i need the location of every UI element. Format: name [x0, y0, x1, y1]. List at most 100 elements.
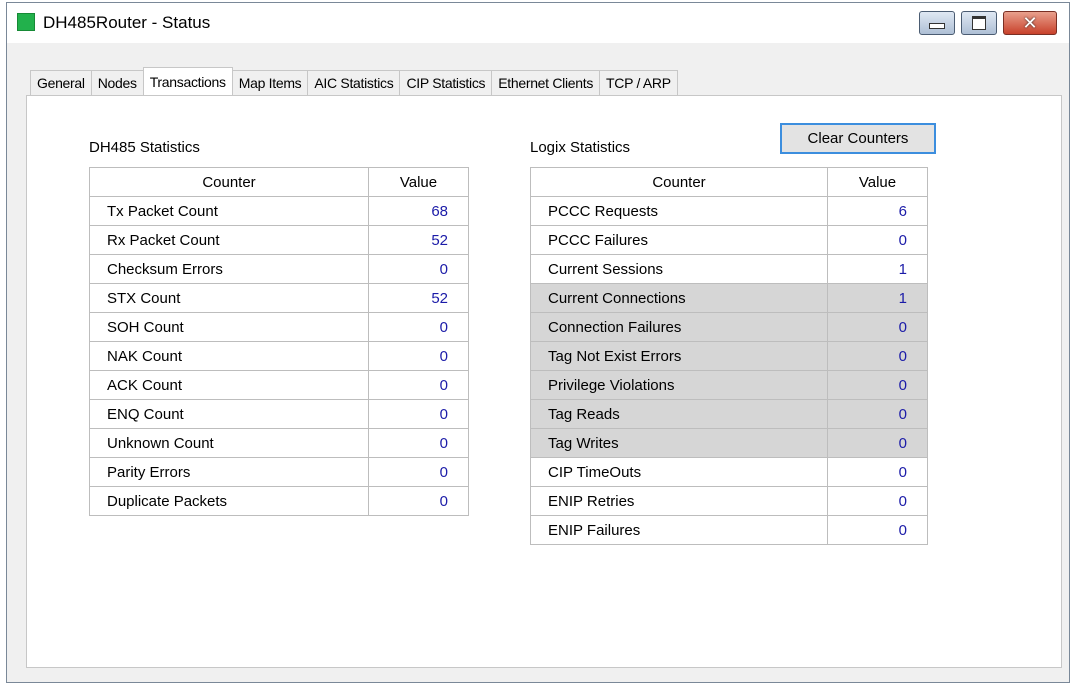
counter-value: 0 [827, 515, 928, 545]
counter-column-header: Counter [530, 167, 828, 197]
counter-value: 1 [827, 283, 928, 313]
counter-value: 68 [368, 196, 469, 226]
clear-counters-button[interactable]: Clear Counters [780, 123, 936, 154]
counter-name: Rx Packet Count [89, 225, 369, 255]
app-icon [17, 13, 35, 31]
counter-name: Privilege Violations [530, 370, 828, 400]
minimize-button[interactable] [919, 11, 955, 35]
table-row: ENIP Retries 0 [530, 486, 928, 516]
counter-value: 0 [368, 428, 469, 458]
counter-column-header: Counter [89, 167, 369, 197]
counter-value: 6 [827, 196, 928, 226]
counter-name: Current Connections [530, 283, 828, 313]
table-header-row: Counter Value [89, 167, 469, 197]
tab-nodes[interactable]: Nodes [90, 70, 144, 95]
counter-name: Checksum Errors [89, 254, 369, 284]
counter-name: NAK Count [89, 341, 369, 371]
table-header-row: Counter Value [530, 167, 928, 197]
counter-name: SOH Count [89, 312, 369, 342]
logix-statistics-table: Counter Value PCCC Requests 6 PCCC Failur… [530, 167, 928, 545]
tab-ethernet-clients[interactable]: Ethernet Clients [491, 70, 601, 95]
counter-name: Duplicate Packets [89, 486, 369, 516]
counter-value: 0 [827, 370, 928, 400]
table-row: ACK Count 0 [89, 370, 469, 400]
table-row: Tx Packet Count 68 [89, 196, 469, 226]
table-row: Checksum Errors 0 [89, 254, 469, 284]
counter-name: Tx Packet Count [89, 196, 369, 226]
counter-name: Parity Errors [89, 457, 369, 487]
counter-value: 0 [368, 486, 469, 516]
table-row: Unknown Count 0 [89, 428, 469, 458]
counter-value: 0 [368, 457, 469, 487]
counter-value: 0 [827, 428, 928, 458]
counter-name: PCCC Requests [530, 196, 828, 226]
counter-name: ENIP Failures [530, 515, 828, 545]
counter-value: 0 [827, 457, 928, 487]
value-column-header: Value [827, 167, 928, 197]
tab-transactions[interactable]: Transactions [142, 67, 233, 95]
counter-name: ENIP Retries [530, 486, 828, 516]
transactions-panel: DH485 Statistics Logix Statistics Clear … [26, 95, 1062, 668]
title-bar[interactable]: DH485Router - Status ✕ [7, 3, 1069, 43]
tab-general[interactable]: General [30, 70, 92, 95]
counter-value: 52 [368, 283, 469, 313]
counter-value: 0 [827, 341, 928, 371]
table-row: Tag Writes 0 [530, 428, 928, 458]
counter-value: 0 [827, 312, 928, 342]
maximize-button[interactable] [961, 11, 997, 35]
table-row: Current Sessions 1 [530, 254, 928, 284]
counter-name: STX Count [89, 283, 369, 313]
window-title: DH485Router - Status [43, 13, 211, 32]
counter-name: Unknown Count [89, 428, 369, 458]
counter-value: 0 [368, 254, 469, 284]
table-row: Connection Failures 0 [530, 312, 928, 342]
counter-value: 0 [368, 399, 469, 429]
table-row: Parity Errors 0 [89, 457, 469, 487]
table-row: ENIP Failures 0 [530, 515, 928, 545]
table-row: Rx Packet Count 52 [89, 225, 469, 255]
counter-name: Tag Not Exist Errors [530, 341, 828, 371]
table-row: PCCC Failures 0 [530, 225, 928, 255]
table-row: NAK Count 0 [89, 341, 469, 371]
tab-strip: General Nodes Transactions Map Items AIC… [30, 67, 678, 95]
counter-value: 1 [827, 254, 928, 284]
table-row: Tag Not Exist Errors 0 [530, 341, 928, 371]
counter-value: 0 [827, 399, 928, 429]
counter-value: 0 [368, 370, 469, 400]
tab-tcp-arp[interactable]: TCP / ARP [599, 70, 678, 95]
counter-value: 0 [368, 312, 469, 342]
counter-name: Connection Failures [530, 312, 828, 342]
table-row: PCCC Requests 6 [530, 196, 928, 226]
table-row: CIP TimeOuts 0 [530, 457, 928, 487]
counter-name: PCCC Failures [530, 225, 828, 255]
tab-cip-statistics[interactable]: CIP Statistics [399, 70, 493, 95]
maximize-icon [972, 16, 986, 30]
counter-value: 0 [827, 225, 928, 255]
counter-name: CIP TimeOuts [530, 457, 828, 487]
counter-value: 0 [368, 341, 469, 371]
table-row: Current Connections 1 [530, 283, 928, 313]
table-row: Tag Reads 0 [530, 399, 928, 429]
counter-value: 0 [827, 486, 928, 516]
table-row: STX Count 52 [89, 283, 469, 313]
counter-value: 52 [368, 225, 469, 255]
close-icon: ✕ [1022, 12, 1038, 34]
dh485-statistics-title: DH485 Statistics [89, 139, 200, 156]
table-row: Privilege Violations 0 [530, 370, 928, 400]
table-row: Duplicate Packets 0 [89, 486, 469, 516]
counter-name: Tag Reads [530, 399, 828, 429]
counter-name: ENQ Count [89, 399, 369, 429]
counter-name: ACK Count [89, 370, 369, 400]
counter-name: Tag Writes [530, 428, 828, 458]
tab-map-items[interactable]: Map Items [231, 70, 309, 95]
counter-name: Current Sessions [530, 254, 828, 284]
tab-aic-statistics[interactable]: AIC Statistics [307, 70, 401, 95]
minimize-icon [929, 23, 945, 29]
table-row: ENQ Count 0 [89, 399, 469, 429]
table-row: SOH Count 0 [89, 312, 469, 342]
dh485-statistics-table: Counter Value Tx Packet Count 68 Rx Packe… [89, 167, 469, 516]
value-column-header: Value [368, 167, 469, 197]
logix-statistics-title: Logix Statistics [530, 139, 631, 156]
status-window: DH485Router - Status ✕ General Nodes Tra… [6, 2, 1070, 683]
close-button[interactable]: ✕ [1003, 11, 1057, 35]
